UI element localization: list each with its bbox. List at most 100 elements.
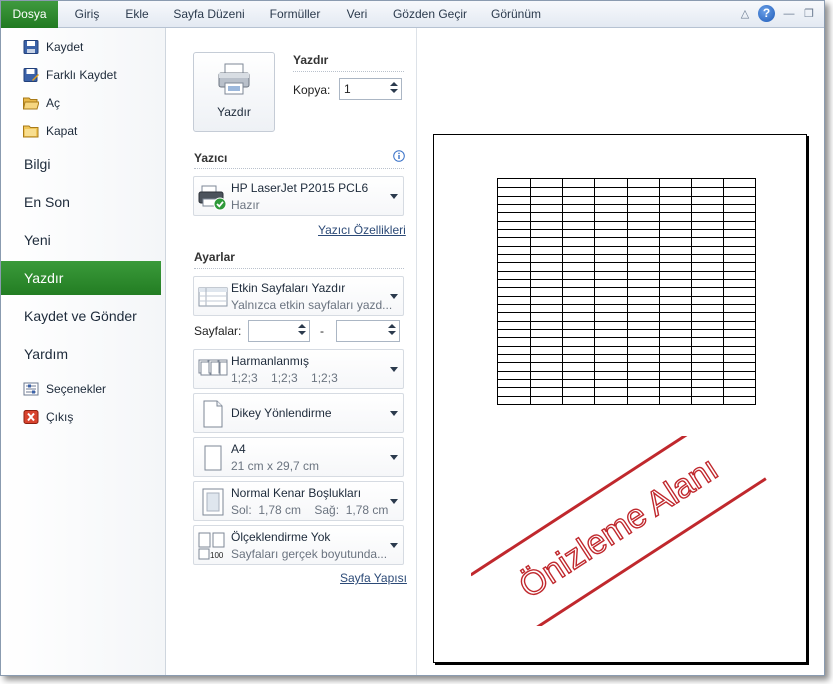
tab-data[interactable]: Veri [339, 1, 375, 28]
tab-view[interactable]: Görünüm [483, 1, 549, 28]
grid-col-line [723, 179, 724, 404]
nav-open-label: Aç [46, 96, 61, 110]
margins-sub: Sol: 1,78 cm Sağ: 1,78 cm [231, 503, 389, 517]
chevron-down-icon [390, 194, 398, 199]
chevron-down-icon [390, 411, 398, 416]
save-icon [23, 40, 39, 54]
paper-icon [204, 445, 222, 471]
divider [194, 268, 404, 269]
print-button[interactable]: Yazdır [193, 52, 275, 132]
chevron-down-icon [390, 455, 398, 460]
chevron-down-icon [390, 499, 398, 504]
paper-size-dropdown[interactable]: A4 21 cm x 29,7 cm [193, 437, 404, 477]
exit-icon [23, 410, 39, 424]
grid-col-line [594, 179, 595, 404]
options-icon [23, 382, 39, 396]
printer-section-title: Yazıcı [194, 151, 228, 165]
print-what-sub: Yalnızca etkin sayfaları yazd... [231, 298, 393, 312]
margins-dropdown[interactable]: Normal Kenar Boşlukları Sol: 1,78 cm Sağ… [193, 481, 404, 521]
divider [293, 71, 404, 72]
nav-options-label: Seçenekler [46, 382, 107, 396]
print-title: Yazdır [293, 53, 329, 67]
scaling-dropdown[interactable]: 100 Ölçeklendirme Yok Sayfaları gerçek b… [193, 525, 404, 565]
preview-spreadsheet-grid [497, 178, 756, 405]
printer-properties-link[interactable]: Yazıcı Özellikleri [318, 223, 406, 237]
copies-value: 1 [344, 82, 351, 96]
chevron-down-icon [390, 294, 398, 299]
pages-dash: - [320, 324, 324, 338]
settings-section-title: Ayarlar [194, 250, 235, 264]
window-minimize-icon[interactable]: — [781, 6, 797, 22]
pages-from-arrows[interactable] [297, 323, 307, 339]
chevron-down-icon [390, 367, 398, 372]
tab-home[interactable]: Giriş [65, 1, 109, 28]
grid-col-line [691, 179, 692, 404]
paper-size-title: A4 [231, 442, 246, 456]
nav-save-label: Kaydet [46, 40, 84, 54]
scaling-title: Ölçeklendirme Yok [231, 530, 331, 544]
tab-insert[interactable]: Ekle [115, 1, 159, 28]
orientation-dropdown[interactable]: Dikey Yönlendirme [193, 393, 404, 433]
print-what-dropdown[interactable]: Etkin Sayfaları Yazdır Yalnızca etkin sa… [193, 276, 404, 316]
nav-save-as-label: Farklı Kaydet [46, 68, 117, 82]
scaling-icon: 100 [198, 532, 225, 560]
nav-info[interactable]: Bilgi [1, 147, 166, 181]
pages-from-input[interactable] [248, 320, 310, 342]
collate-dropdown[interactable]: Harmanlanmış 1;2;3 1;2;3 1;2;3 [193, 349, 404, 389]
tab-page-layout[interactable]: Sayfa Düzeni [167, 1, 251, 28]
printer-name: HP LaserJet P2015 PCL6 [231, 181, 369, 195]
collate-sub: 1;2;3 1;2;3 1;2;3 [231, 371, 338, 385]
margins-icon [202, 488, 224, 516]
open-folder-icon [23, 97, 39, 110]
tab-file[interactable]: Dosya [1, 1, 58, 28]
help-icon[interactable]: ? [758, 5, 775, 22]
grid-col-line [659, 179, 660, 404]
print-settings-panel: Yazdır Yazdır Kopya: 1 Yazıcı HP LaserJe… [167, 28, 417, 675]
printer-dropdown[interactable]: HP LaserJet P2015 PCL6 Hazır [193, 176, 404, 216]
preview-area-stamp: Önizleme Alanı [471, 436, 767, 626]
printer-ready-icon [198, 185, 227, 211]
portrait-page-icon [203, 400, 223, 428]
close-folder-icon [23, 125, 39, 138]
nav-print[interactable]: Yazdır [1, 261, 161, 295]
window-restore-icon[interactable]: ❐ [801, 6, 817, 22]
info-icon[interactable] [393, 150, 405, 162]
divider [194, 168, 404, 169]
page-setup-link[interactable]: Sayfa Yapısı [340, 571, 407, 585]
pages-to-input[interactable] [336, 320, 400, 342]
pages-label: Sayfalar: [194, 324, 242, 338]
printer-icon [218, 63, 250, 95]
tab-formulas[interactable]: Formüller [260, 1, 330, 28]
copies-stepper[interactable]: 1 [339, 78, 402, 100]
copies-stepper-arrows[interactable] [389, 81, 399, 97]
nav-exit-label: Çıkış [46, 410, 74, 424]
orientation-title: Dikey Yönlendirme [231, 406, 332, 420]
excel-window: Dosya Giriş Ekle Sayfa Düzeni Formüller … [0, 0, 825, 676]
chevron-down-icon [390, 543, 398, 548]
margins-title: Normal Kenar Boşlukları [231, 486, 362, 500]
minimize-ribbon-icon[interactable]: △ [737, 6, 753, 22]
grid-col-line [562, 179, 563, 404]
collated-pages-icon [198, 359, 228, 376]
printer-status: Hazır [231, 198, 260, 212]
collate-title: Harmanlanmış [231, 354, 310, 368]
copies-label: Kopya: [293, 83, 331, 97]
grid-col-line [530, 179, 531, 404]
nav-help[interactable]: Yardım [1, 337, 166, 371]
nav-recent[interactable]: En Son [1, 185, 166, 219]
save-as-icon [23, 68, 39, 82]
nav-save-send[interactable]: Kaydet ve Gönder [1, 299, 166, 333]
print-what-title: Etkin Sayfaları Yazdır [231, 281, 346, 295]
active-sheets-icon [198, 287, 228, 307]
scaling-sub: Sayfaları gerçek boyutunda... [231, 547, 388, 561]
nav-new[interactable]: Yeni [1, 223, 166, 257]
ribbon-tab-bar: Dosya Giriş Ekle Sayfa Düzeni Formüller … [1, 1, 824, 28]
backstage-nav: Kaydet Farklı Kaydet Aç Kapat Bilgi En S… [1, 28, 166, 675]
pages-to-arrows[interactable] [387, 323, 397, 339]
svg-text:100: 100 [210, 551, 224, 560]
grid-col-line [627, 179, 628, 404]
tab-review[interactable]: Gözden Geçir [386, 1, 474, 28]
print-button-label: Yazdır [217, 105, 251, 119]
nav-close-label: Kapat [46, 124, 78, 138]
paper-size-sub: 21 cm x 29,7 cm [231, 459, 320, 473]
